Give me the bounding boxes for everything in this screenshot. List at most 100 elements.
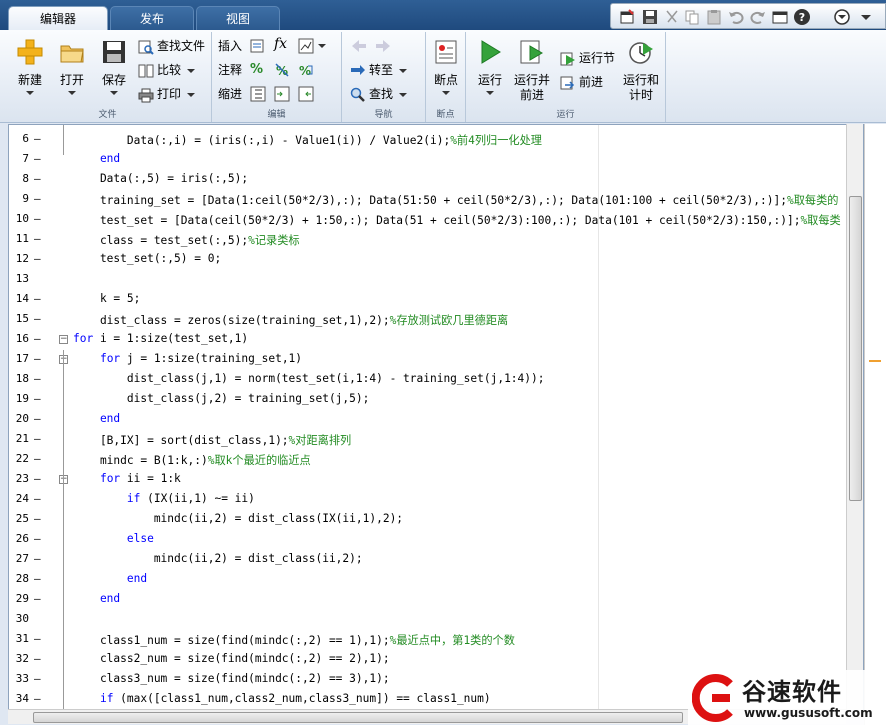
open-button[interactable]: 打开 xyxy=(50,36,94,95)
new-window-icon[interactable] xyxy=(619,8,637,26)
breakpoint-dash[interactable]: – xyxy=(34,332,41,345)
breakpoint-dash[interactable]: – xyxy=(34,252,41,265)
breakpoint-dash[interactable]: – xyxy=(34,692,41,705)
save-icon[interactable] xyxy=(641,8,659,26)
advance-button[interactable]: 前进 xyxy=(560,72,603,92)
chevron-down-icon[interactable] xyxy=(486,91,494,95)
insert-section-icon[interactable] xyxy=(250,38,266,54)
breakpoint-dash[interactable]: – xyxy=(34,532,41,545)
find-button[interactable]: 查找 xyxy=(350,84,408,104)
back-arrow-icon[interactable] xyxy=(350,38,368,54)
breakpoint-dash[interactable]: – xyxy=(34,592,41,605)
cut-icon[interactable] xyxy=(663,8,681,26)
code-line[interactable]: 11– class = test_set(:,5);%记录类标 xyxy=(9,229,863,249)
breakpoint-dash[interactable]: – xyxy=(34,232,41,245)
code-line[interactable]: 9– training_set = [Data(1:ceil(50*2/3),:… xyxy=(9,189,863,209)
breakpoint-dash[interactable]: – xyxy=(34,372,41,385)
code-line[interactable]: 30 xyxy=(9,609,863,629)
breakpoint-dash[interactable]: – xyxy=(34,132,41,145)
breakpoint-dash[interactable]: – xyxy=(34,352,41,365)
code-line[interactable]: 7– end xyxy=(9,149,863,169)
tab-editor[interactable]: 编辑器 xyxy=(8,6,108,30)
code-line[interactable]: 24– if (IX(ii,1) ~= ii) xyxy=(9,489,863,509)
smart-indent-icon[interactable] xyxy=(250,86,266,102)
horizontal-scroll-thumb[interactable] xyxy=(33,712,683,723)
run-and-advance-button[interactable]: 运行并 前进 xyxy=(510,36,554,103)
vertical-scrollbar[interactable] xyxy=(846,124,863,710)
code-line[interactable]: 12– test_set(:,5) = 0; xyxy=(9,249,863,269)
breakpoint-dash[interactable]: – xyxy=(34,152,41,165)
code-line[interactable]: 10– test_set = [Data(ceil(50*2/3) + 1:50… xyxy=(9,209,863,229)
dropdown-icon[interactable] xyxy=(857,8,875,26)
code-line[interactable]: 18– dist_class(j,1) = norm(test_set(i,1:… xyxy=(9,369,863,389)
print-button[interactable]: 打印 xyxy=(138,84,196,104)
goto-button[interactable]: 转至 xyxy=(350,60,408,80)
run-and-time-button[interactable]: 运行和 计时 xyxy=(618,36,664,103)
run-button[interactable]: 运行 xyxy=(468,36,512,95)
chevron-down-icon[interactable] xyxy=(187,68,196,73)
code-line[interactable]: 25– mindc(ii,2) = dist_class(IX(ii,1),2)… xyxy=(9,509,863,529)
code-line[interactable]: 21– [B,IX] = sort(dist_class,1);%对距离排列 xyxy=(9,429,863,449)
breakpoint-dash[interactable]: – xyxy=(34,492,41,505)
code-line[interactable]: 26– else xyxy=(9,529,863,549)
paste-icon[interactable] xyxy=(705,8,723,26)
code-line[interactable]: 15– dist_class = zeros(size(training_set… xyxy=(9,309,863,329)
chevron-down-icon[interactable] xyxy=(110,91,118,95)
fold-toggle-icon[interactable]: − xyxy=(59,335,68,344)
new-button[interactable]: 新建 xyxy=(8,36,52,95)
breakpoint-dash[interactable]: – xyxy=(34,632,41,645)
insert-function-icon[interactable]: fx xyxy=(274,36,287,52)
breakpoint-dash[interactable]: – xyxy=(34,512,41,525)
chevron-down-icon[interactable] xyxy=(187,92,196,97)
tab-view[interactable]: 视图 xyxy=(196,6,280,30)
save-button[interactable]: 保存 xyxy=(92,36,136,95)
breakpoint-dash[interactable]: – xyxy=(34,572,41,585)
breakpoint-dash[interactable]: – xyxy=(34,212,41,225)
breakpoint-dash[interactable]: – xyxy=(34,412,41,425)
insert-plot-icon[interactable] xyxy=(298,38,314,54)
run-section-button[interactable]: 运行节 xyxy=(560,48,615,68)
code-line[interactable]: 31– class1_num = size(find(mindc(:,2) ==… xyxy=(9,629,863,649)
chevron-down-icon[interactable] xyxy=(68,91,76,95)
vertical-scroll-thumb[interactable] xyxy=(849,196,862,501)
comment-percent-icon[interactable]: % xyxy=(250,62,263,77)
chevron-down-icon[interactable] xyxy=(442,91,450,95)
code-line[interactable]: 17– − for j = 1:size(training_set,1) xyxy=(9,349,863,369)
breakpoint-dash[interactable]: – xyxy=(34,432,41,445)
find-files-button[interactable]: 查找文件 xyxy=(138,36,205,56)
breakpoint-dash[interactable]: – xyxy=(34,192,41,205)
chevron-down-icon[interactable] xyxy=(399,92,408,97)
breakpoint-dash[interactable]: – xyxy=(34,172,41,185)
breakpoint-dash[interactable]: – xyxy=(34,292,41,305)
breakpoints-button[interactable]: 断点 xyxy=(424,36,468,95)
code-line[interactable]: 28– end xyxy=(9,569,863,589)
code-line[interactable]: 20– end xyxy=(9,409,863,429)
chevron-down-icon[interactable] xyxy=(399,68,408,73)
copy-icon[interactable] xyxy=(683,8,701,26)
decrease-indent-icon[interactable] xyxy=(298,86,314,102)
breakpoint-dash[interactable]: – xyxy=(34,652,41,665)
increase-indent-icon[interactable] xyxy=(274,86,290,102)
code-editor[interactable]: 6– Data(:,i) = (iris(:,i) - Value1(i)) /… xyxy=(8,124,864,710)
code-line[interactable]: 29– end xyxy=(9,589,863,609)
switch-windows-icon[interactable] xyxy=(771,8,789,26)
breakpoint-dash[interactable]: – xyxy=(34,552,41,565)
code-line[interactable]: 27– mindc(ii,2) = dist_class(ii,2); xyxy=(9,549,863,569)
breakpoint-dash[interactable]: – xyxy=(34,672,41,685)
code-line[interactable]: 32– class2_num = size(find(mindc(:,2) ==… xyxy=(9,649,863,669)
breakpoint-dash[interactable]: – xyxy=(34,392,41,405)
code-line[interactable]: 19– dist_class(j,2) = training_set(j,5); xyxy=(9,389,863,409)
warning-marker[interactable] xyxy=(869,360,881,362)
compare-button[interactable]: 比较 xyxy=(138,60,196,80)
tab-publish[interactable]: 发布 xyxy=(110,6,194,30)
breakpoint-dash[interactable]: – xyxy=(34,312,41,325)
forward-arrow-icon[interactable] xyxy=(374,38,392,54)
minimize-ribbon-icon[interactable] xyxy=(833,8,851,26)
code-line[interactable]: 13 xyxy=(9,269,863,289)
uncomment-icon[interactable]: % xyxy=(274,62,290,78)
code-line[interactable]: 8– Data(:,5) = iris(:,5); xyxy=(9,169,863,189)
redo-icon[interactable] xyxy=(749,8,767,26)
insert-button[interactable]: 插入 xyxy=(218,36,242,56)
code-line[interactable]: 16– − for i = 1:size(test_set,1) xyxy=(9,329,863,349)
comment-button[interactable]: 注释 xyxy=(218,60,242,80)
